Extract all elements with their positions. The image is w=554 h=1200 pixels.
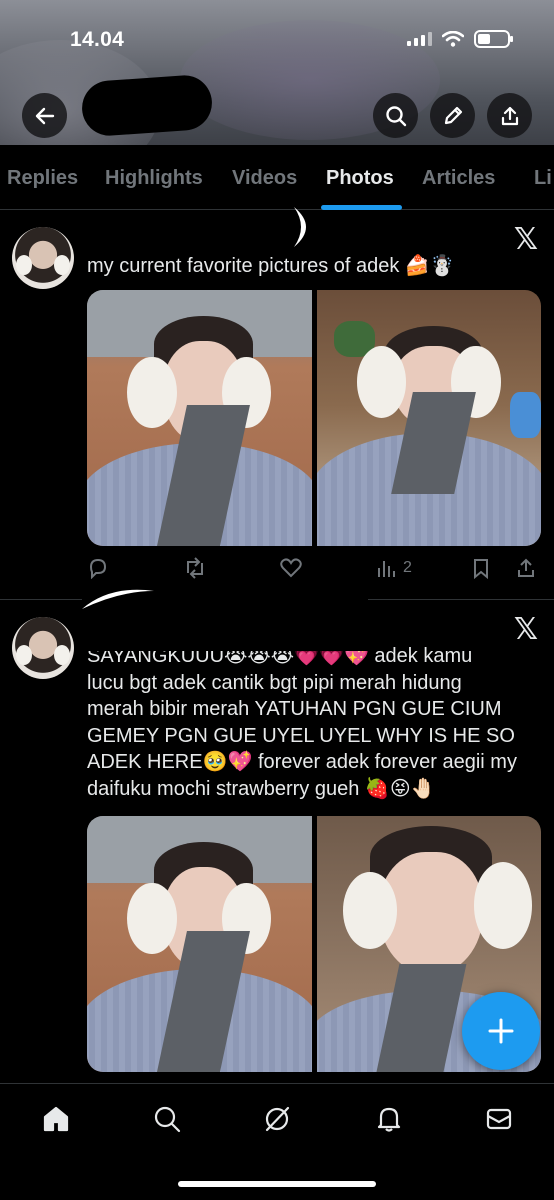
back-button[interactable] bbox=[22, 93, 67, 138]
nav-grok[interactable] bbox=[262, 1104, 292, 1134]
profile-header: 14.04 bbox=[0, 0, 554, 145]
post-text-line: lucu bgt adek cantik bgt pipi merah hidu… bbox=[87, 671, 462, 694]
plus-icon bbox=[488, 1018, 514, 1044]
tab-videos[interactable]: Videos bbox=[232, 167, 297, 190]
views-icon bbox=[378, 561, 395, 577]
tab-photos[interactable]: Photos bbox=[326, 167, 394, 190]
post[interactable]: 𝕏 my current favorite pictures of adek 🍰… bbox=[0, 207, 554, 600]
redacted-name bbox=[80, 73, 214, 138]
post-media[interactable] bbox=[87, 290, 541, 546]
post-text-line: daifuku mochi strawberry gueh 🍓😝🤚🏻 bbox=[87, 777, 436, 800]
share-button[interactable] bbox=[487, 93, 532, 138]
post-text: my current favorite pictures of adek 🍰☃️ bbox=[87, 255, 455, 277]
share-icon bbox=[518, 558, 534, 577]
tab-replies[interactable]: Replies bbox=[7, 167, 78, 190]
tab-highlights[interactable]: Highlights bbox=[105, 167, 203, 190]
nav-notifications[interactable] bbox=[374, 1104, 404, 1134]
reply-button[interactable] bbox=[87, 557, 109, 579]
nav-search[interactable] bbox=[152, 1104, 182, 1134]
post-text-line: GEMEY PGN GUE UYEL UYEL WHY IS HE SO bbox=[87, 724, 515, 747]
tab-likes[interactable]: Li bbox=[534, 167, 552, 190]
like-button[interactable] bbox=[279, 557, 303, 579]
search-icon bbox=[154, 1106, 181, 1133]
photo-2[interactable] bbox=[316, 290, 541, 546]
bookmark-button[interactable] bbox=[470, 557, 492, 579]
reply-icon bbox=[89, 558, 107, 579]
views-count: 2 bbox=[403, 559, 412, 576]
bookmark-icon bbox=[474, 559, 488, 579]
grok-icon bbox=[265, 1106, 290, 1132]
share-post-button[interactable] bbox=[515, 557, 537, 579]
x-logo-icon: 𝕏 bbox=[513, 612, 538, 647]
redaction bbox=[88, 211, 308, 249]
compose-button[interactable] bbox=[462, 992, 540, 1070]
search-button[interactable] bbox=[373, 93, 418, 138]
redaction-mark bbox=[294, 207, 306, 247]
back-arrow-icon bbox=[35, 107, 54, 124]
status-time: 14.04 bbox=[70, 28, 125, 51]
pencil-icon bbox=[444, 106, 462, 124]
signal-icon bbox=[407, 32, 432, 46]
redaction-mark bbox=[82, 589, 154, 609]
post-text: SAYANGKUUU😭😭😭💗💗💖 adek kamu lucu bgt adek… bbox=[87, 643, 517, 802]
bell-icon bbox=[377, 1107, 401, 1132]
wifi-icon bbox=[442, 31, 464, 47]
avatar[interactable] bbox=[12, 227, 74, 289]
profile-tabs: Replies Highlights Videos Photos Article… bbox=[0, 145, 554, 210]
nav-messages[interactable] bbox=[484, 1104, 514, 1134]
mail-icon bbox=[486, 1108, 512, 1130]
avatar[interactable] bbox=[12, 617, 74, 679]
post-text-line: merah bibir merah YATUHAN PGN GUE CIUM bbox=[87, 698, 502, 720]
share-icon bbox=[501, 106, 518, 125]
nav-home[interactable] bbox=[41, 1104, 71, 1134]
x-logo-icon: 𝕏 bbox=[513, 222, 538, 257]
status-icons bbox=[407, 30, 513, 48]
home-indicator[interactable] bbox=[178, 1181, 376, 1187]
home-icon bbox=[43, 1106, 69, 1132]
edit-button[interactable] bbox=[430, 93, 475, 138]
photo-3[interactable] bbox=[87, 816, 312, 1072]
repost-button[interactable] bbox=[183, 557, 207, 579]
tab-articles[interactable]: Articles bbox=[422, 167, 495, 190]
post-text-line: ADEK HERE🥹💖 forever adek forever aegii m… bbox=[87, 751, 517, 773]
search-icon bbox=[385, 105, 406, 126]
repost-icon bbox=[187, 557, 203, 579]
active-tab-indicator bbox=[321, 205, 402, 210]
battery-icon bbox=[474, 30, 513, 48]
post-actions: 2 bbox=[87, 557, 541, 581]
views-button[interactable]: 2 bbox=[375, 557, 412, 579]
photo-1[interactable] bbox=[87, 290, 312, 546]
heart-icon bbox=[280, 558, 302, 578]
